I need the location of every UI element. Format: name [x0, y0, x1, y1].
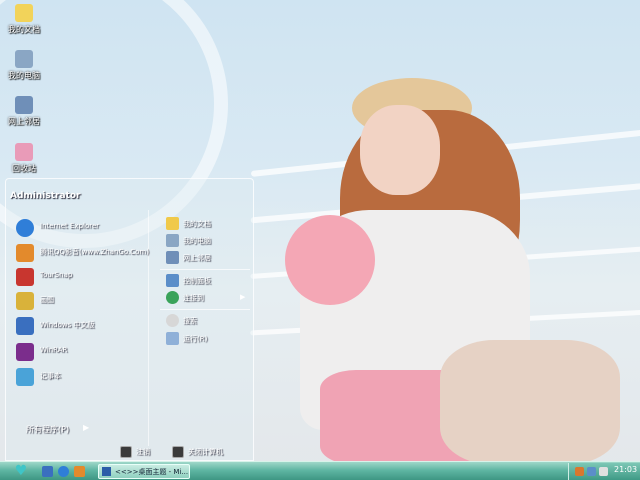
paint-icon: [16, 292, 34, 310]
menu-item-label: WinRAR: [40, 346, 68, 354]
menu-item-label: 腾讯QQ影音(www.ZhanGo.Com): [40, 248, 149, 256]
start-menu-right-network[interactable]: 网上邻居: [166, 250, 252, 266]
start-menu-right-my-documents[interactable]: 我的文档: [166, 216, 252, 232]
folder-documents-icon: [15, 4, 33, 22]
menu-item-label: Internet Explorer: [40, 222, 100, 230]
desktop-icon-label: 我的文档: [8, 25, 40, 34]
menu-item-label: Windows 中文版: [40, 321, 95, 329]
computer-icon: [15, 50, 33, 68]
start-menu-item-internet-explorer[interactable]: Internet Explorer: [10, 218, 145, 238]
desktop-icon-my-computer[interactable]: 我的电脑: [4, 50, 44, 81]
control-panel-icon: [166, 274, 179, 287]
toursnap-icon: [16, 268, 34, 286]
heart-icon: ♥: [14, 463, 28, 479]
recycle-bin-icon: [15, 143, 33, 161]
media-player-icon: [16, 244, 34, 262]
start-menu-username: Administrator: [10, 191, 81, 201]
chevron-right-icon: ▶: [240, 293, 246, 301]
show-desktop-icon[interactable]: [42, 466, 53, 477]
desktop-icon-label: 回收站: [12, 164, 36, 173]
menu-item-label: 记事本: [40, 372, 61, 380]
menu-item-label: 连接到: [183, 294, 204, 302]
power-icon: [172, 446, 184, 458]
all-programs-button[interactable]: 所有程序(P): [26, 424, 69, 435]
desktop-icon-my-documents[interactable]: 我的文档: [4, 4, 44, 35]
start-menu-item-notepad[interactable]: 记事本: [10, 367, 145, 387]
shutdown-label: 关闭计算机: [188, 448, 223, 456]
run-icon: [166, 332, 179, 345]
media-player-icon[interactable]: [74, 466, 85, 477]
computer-icon: [166, 234, 179, 247]
connect-icon: [166, 291, 179, 304]
menu-item-label: 运行(R): [183, 335, 208, 343]
taskbar-window-title: <<>>桌面主题 - Mi...: [115, 468, 189, 476]
start-menu-item-paint[interactable]: 画图: [10, 291, 145, 311]
network-icon: [166, 251, 179, 264]
start-menu-item-windows[interactable]: Windows 中文版: [10, 316, 145, 336]
taskbar-window-button[interactable]: <<>>桌面主题 - Mi...: [98, 464, 190, 479]
chevron-right-icon: ▶: [83, 423, 90, 432]
start-menu-item-winrar[interactable]: WinRAR: [10, 342, 145, 362]
menu-item-label: 搜索: [183, 317, 197, 325]
desktop-icon-recycle-bin[interactable]: 回收站: [4, 143, 44, 174]
monitor-icon: [16, 317, 34, 335]
menu-item-label: 我的文档: [183, 220, 211, 228]
menu-item-label: 画图: [40, 296, 54, 304]
notepad-icon: [16, 368, 34, 386]
wallpaper-face: [360, 105, 440, 195]
logoff-label: 注销: [136, 448, 150, 456]
tray-app-icon[interactable]: [575, 467, 584, 476]
tray-volume-icon[interactable]: [599, 467, 608, 476]
search-icon: [166, 314, 179, 327]
desktop-icon-label: 我的电脑: [8, 71, 40, 80]
lock-icon: [120, 446, 132, 458]
menu-item-label: 网上邻居: [183, 254, 211, 262]
menu-separator: [160, 309, 250, 310]
start-menu-item-media-player[interactable]: 腾讯QQ影音(www.ZhanGo.Com): [10, 243, 149, 263]
word-icon: [102, 467, 111, 476]
start-menu-right-my-computer[interactable]: 我的电脑: [166, 233, 252, 249]
folder-icon: [166, 217, 179, 230]
start-menu-item-toursnap[interactable]: TourSnap: [10, 267, 145, 287]
start-menu-right-search[interactable]: 搜索: [166, 313, 252, 329]
start-menu-right-run[interactable]: 运行(R): [166, 331, 252, 347]
taskbar: ♥ <<>>桌面主题 - Mi...: [0, 461, 640, 480]
taskbar-clock[interactable]: 21:03: [614, 465, 637, 474]
wallpaper-legs: [440, 340, 620, 465]
start-menu-right-control-panel[interactable]: 控制面板: [166, 273, 252, 289]
wallpaper-sleeve: [285, 215, 375, 305]
internet-explorer-icon: [16, 219, 34, 237]
internet-explorer-icon[interactable]: [58, 466, 69, 477]
menu-separator: [160, 269, 250, 270]
menu-item-label: 控制面板: [183, 277, 211, 285]
network-icon: [15, 96, 33, 114]
desktop-icon-network[interactable]: 网上邻居: [4, 96, 44, 127]
desktop-icon-label: 网上邻居: [8, 117, 40, 126]
winrar-icon: [16, 343, 34, 361]
tray-network-icon[interactable]: [587, 467, 596, 476]
start-button[interactable]: ♥: [6, 463, 36, 479]
menu-item-label: TourSnap: [40, 271, 73, 279]
menu-item-label: 我的电脑: [183, 237, 211, 245]
